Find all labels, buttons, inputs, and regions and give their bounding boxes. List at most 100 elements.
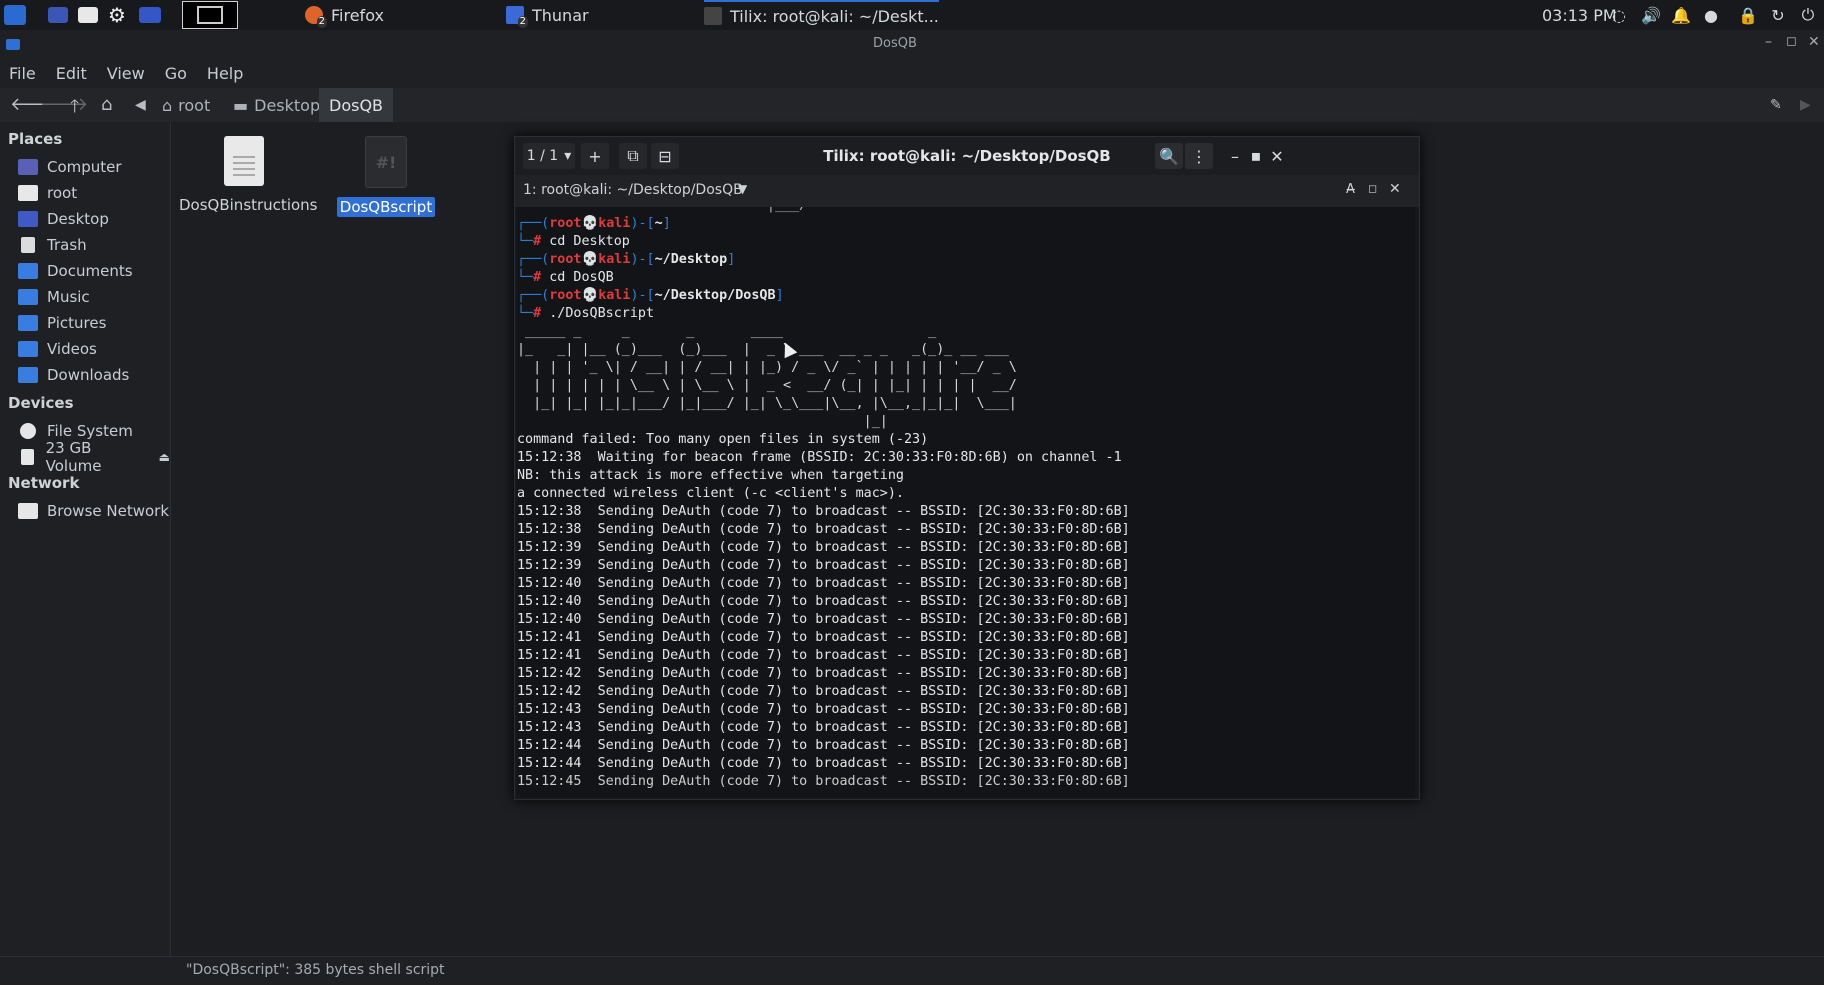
lock-icon[interactable]: 🔒 xyxy=(1737,0,1759,30)
command-line: └─# cd DosQB xyxy=(517,270,614,285)
output-line: 15:12:41 Sending DeAuth (code 7) to broa… xyxy=(517,648,1130,663)
breadcrumb-desktop[interactable]: ▬ Desktop xyxy=(223,88,330,122)
file-item[interactable]: DosQBinstructions xyxy=(179,136,317,214)
sidebar-item-downloads[interactable]: Downloads xyxy=(18,363,129,387)
refresh-icon[interactable]: ↻ xyxy=(1767,0,1789,30)
taskbar-thunar[interactable]: 2 Thunar xyxy=(506,0,589,30)
kebab-menu-icon: ⋮ xyxy=(1191,146,1207,166)
chevron-down-icon[interactable]: ▼ xyxy=(738,182,747,196)
breadcrumb-root[interactable]: ⌂ root xyxy=(152,88,220,122)
eject-icon[interactable]: ⏏ xyxy=(159,450,170,464)
minimize-button[interactable]: – xyxy=(1765,34,1772,50)
output-lines: command failed: Too many open files in s… xyxy=(517,431,1415,773)
forward-icon[interactable]: 🡒 xyxy=(40,94,88,115)
read-only-icon[interactable]: A̶ xyxy=(1346,182,1355,197)
desktop-icon[interactable] xyxy=(48,0,68,30)
settings-icon[interactable]: ⚙ xyxy=(108,0,126,30)
home-icon: ⌂ xyxy=(162,95,173,115)
tilix-headerbar[interactable]: 1 / 1 ▾ + ⧉ ⊟ Tilix: root@kali: ~/Desktop… xyxy=(515,137,1419,175)
drive-icon xyxy=(20,423,36,439)
maximize-button[interactable]: ◻ xyxy=(1786,34,1797,49)
thunar-titlebar[interactable]: DosQB – ◻ ✕ xyxy=(0,30,1824,60)
sidebar-item-trash[interactable]: Trash xyxy=(18,233,87,257)
menu-view[interactable]: View xyxy=(107,64,145,83)
breadcrumb-right-icon[interactable]: ▶ xyxy=(1800,97,1811,113)
output-line: 15:12:40 Sending DeAuth (code 7) to broa… xyxy=(517,594,1130,609)
power-icon[interactable]: ⏻ xyxy=(1797,0,1819,30)
workspace-icon[interactable] xyxy=(182,1,238,29)
text-file-icon xyxy=(224,136,264,186)
output-line: 15:12:39 Sending DeAuth (code 7) to broa… xyxy=(517,558,1130,573)
close-button[interactable]: ✕ xyxy=(1267,143,1287,169)
sidebar-item-pictures[interactable]: Pictures xyxy=(18,311,106,335)
breadcrumb-label: DosQB xyxy=(329,95,384,115)
notifications-icon[interactable]: 🔔 xyxy=(1670,0,1692,30)
desktop-icon xyxy=(18,211,38,227)
maximize-terminal-icon[interactable]: ◻ xyxy=(1368,182,1377,195)
sidebar-item-root[interactable]: root xyxy=(18,181,77,205)
sidebar-item-volume[interactable]: 23 GB Volume ⏏ xyxy=(18,439,170,475)
sidebar-item-documents[interactable]: Documents xyxy=(18,259,133,283)
toolbar: 🡐 🡒 🡑 ⌂ ◀ ⌂ root ▬ Desktop DosQB ✎ ▶ xyxy=(0,88,1824,122)
menu-button[interactable]: ⋮ xyxy=(1185,143,1213,169)
taskbar-tilix[interactable]: Tilix: root@kali: ~/Deskt... xyxy=(704,0,939,30)
sidebar-item-label: Computer xyxy=(47,158,122,176)
volume-icon[interactable]: 🔊 xyxy=(1640,0,1662,30)
files-icon[interactable] xyxy=(78,0,98,30)
breadcrumb-left-icon[interactable]: ◀ xyxy=(135,97,146,113)
terminal-output[interactable]: |___/ ┌──(root💀kali)-[~]└─# cd Desktop┌─… xyxy=(517,207,1415,797)
find-button[interactable]: 🔍 xyxy=(1155,143,1183,169)
file-item-selected[interactable]: #! DosQBscript xyxy=(321,136,451,217)
taskbar-firefox[interactable]: 2 Firefox xyxy=(305,0,384,30)
screen-icon[interactable] xyxy=(139,0,161,30)
network-icon[interactable]: ● xyxy=(1700,0,1722,30)
output-line: 15:12:40 Sending DeAuth (code 7) to broa… xyxy=(517,576,1130,591)
home-folder-icon xyxy=(18,185,38,201)
clock[interactable]: 03:13 PM xyxy=(1542,0,1617,30)
sidebar-item-label: Videos xyxy=(47,340,97,358)
terminal-titlebar[interactable]: 1: root@kali: ~/Desktop/DosQB ▼ A̶ ◻ ✕ xyxy=(515,175,1419,207)
close-terminal-icon[interactable]: ✕ xyxy=(1389,181,1401,197)
sidebar-item-browse-network[interactable]: Browse Network xyxy=(18,499,169,523)
menu-help[interactable]: Help xyxy=(207,64,243,83)
prompt-line: ┌──(root💀kali)-[~] xyxy=(517,216,671,231)
menu-go[interactable]: Go xyxy=(165,64,187,83)
command-line: └─# ./DosQBscript xyxy=(517,306,655,321)
sidebar-item-videos[interactable]: Videos xyxy=(18,337,97,361)
documents-icon xyxy=(18,263,38,279)
menu-edit[interactable]: Edit xyxy=(56,64,87,83)
output-line: 15:12:38 Sending DeAuth (code 7) to broa… xyxy=(517,504,1130,519)
network-header: Network xyxy=(8,474,80,492)
network-icon xyxy=(18,503,38,519)
sidebar-item-label: Pictures xyxy=(47,314,107,332)
tilix-window: 1 / 1 ▾ + ⧉ ⊟ Tilix: root@kali: ~/Desktop… xyxy=(514,136,1420,800)
menu-file[interactable]: File xyxy=(9,64,36,83)
sidebar-item-music[interactable]: Music xyxy=(18,285,90,309)
kali-menu-icon[interactable] xyxy=(4,0,26,30)
banner-line: _____ _ _ _ ____ _ xyxy=(517,324,1050,339)
edit-location-icon[interactable]: ✎ xyxy=(1770,97,1782,113)
places-header: Places xyxy=(8,130,63,148)
sidebar-item-label: 23 GB Volume xyxy=(45,439,102,475)
banner-line: |_| xyxy=(517,414,1050,429)
sidebar-item-label: root xyxy=(47,184,78,202)
updates-icon[interactable]: ◌ xyxy=(1608,0,1630,30)
close-button[interactable]: ✕ xyxy=(1808,34,1820,50)
computer-icon xyxy=(18,159,38,175)
terminal-title: 1: root@kali: ~/Desktop/DosQB xyxy=(523,182,743,198)
videos-icon xyxy=(18,341,38,357)
sidebar-item-computer[interactable]: Computer xyxy=(18,155,122,179)
music-icon xyxy=(18,289,38,305)
window-title: DosQB xyxy=(873,36,917,51)
breadcrumb-label: Desktop xyxy=(254,95,321,115)
sidebar-item-desktop[interactable]: Desktop xyxy=(18,207,109,231)
search-icon: 🔍 xyxy=(1159,146,1179,166)
minimize-button[interactable]: – xyxy=(1225,143,1245,169)
home-icon[interactable]: ⌂ xyxy=(101,94,112,115)
output-line: 15:12:44 Sending DeAuth (code 7) to broa… xyxy=(517,756,1130,771)
breadcrumb-dosqb[interactable]: DosQB xyxy=(319,88,394,122)
maximize-button[interactable]: ◼ xyxy=(1246,143,1266,169)
output-line: 15:12:44 Sending DeAuth (code 7) to broa… xyxy=(517,738,1130,753)
up-icon[interactable]: 🡑 xyxy=(70,94,79,124)
output-line: command failed: Too many open files in s… xyxy=(517,432,929,447)
